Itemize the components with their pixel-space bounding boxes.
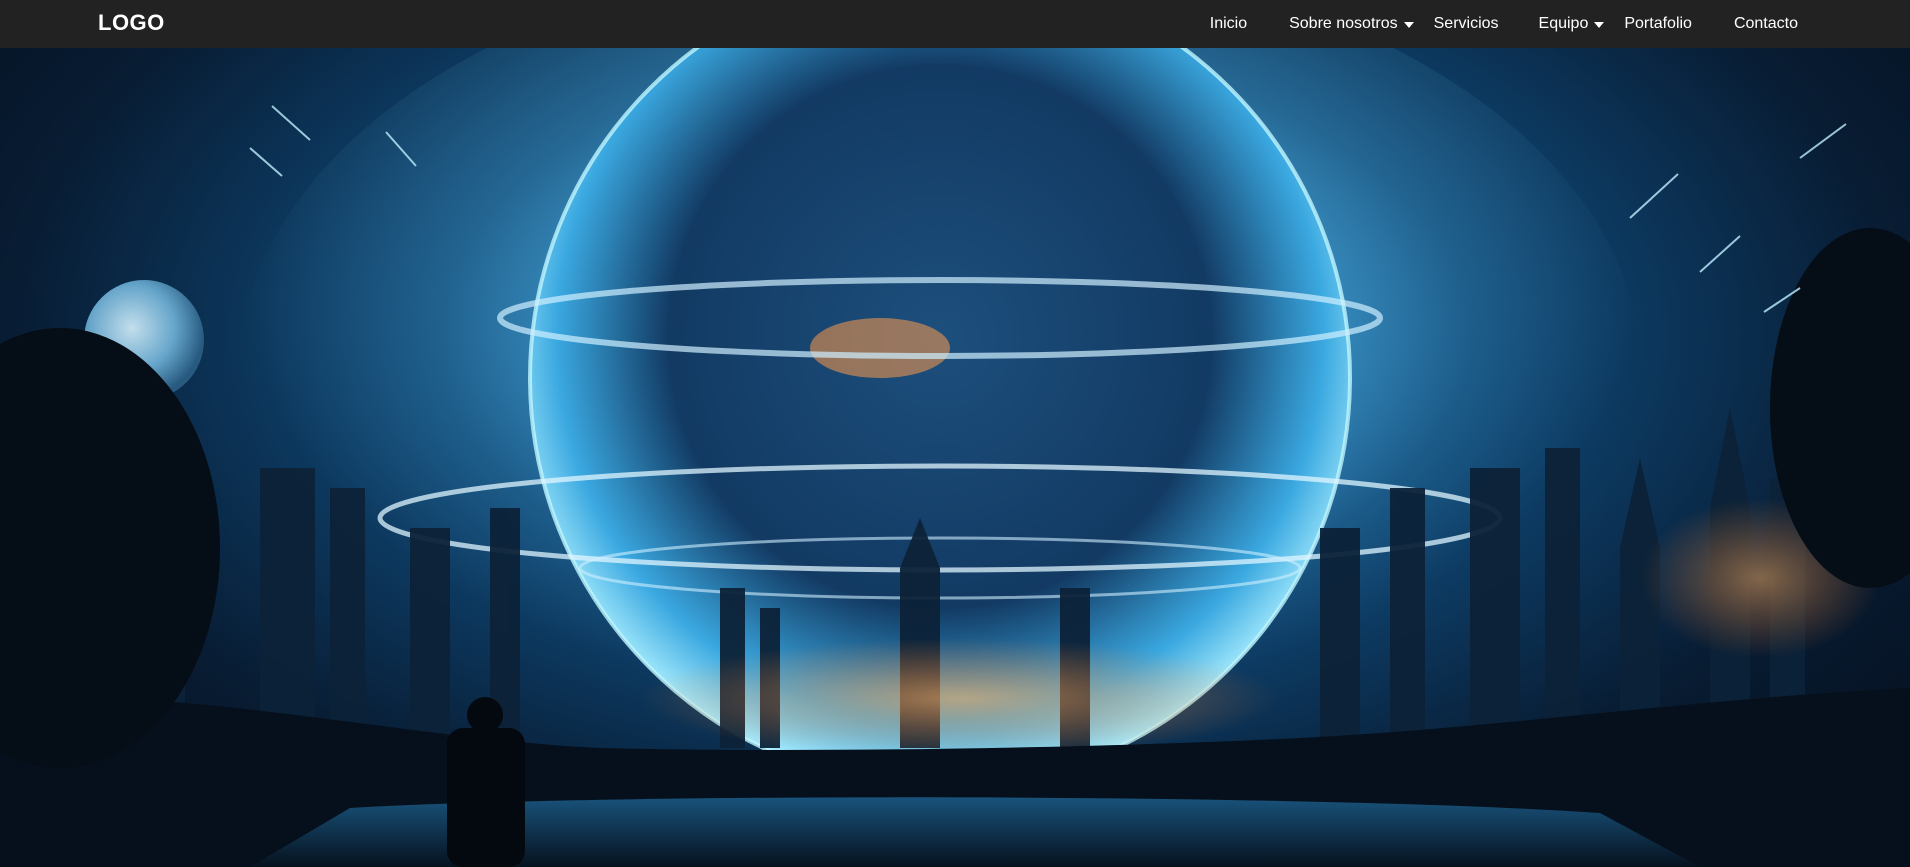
nav-item-label: Inicio — [1209, 15, 1248, 32]
nav-menu: Inicio Sobre nosotros Servicios Equipo P… — [1210, 0, 1798, 48]
logo[interactable]: LOGO — [98, 10, 165, 36]
chevron-down-icon — [1403, 22, 1414, 28]
nav-item-portafolio[interactable]: Portafolio — [1624, 15, 1692, 33]
nav-item-sobre-nosotros[interactable]: Sobre nosotros — [1289, 15, 1414, 33]
nav-item-servicios[interactable]: Servicios — [1434, 15, 1499, 33]
nav-item-label: Portafolio — [1624, 15, 1692, 32]
nav-item-label: Contacto — [1733, 15, 1798, 32]
nav-item-inicio[interactable]: Inicio — [1210, 15, 1247, 33]
nav-item-label: Sobre nosotros — [1289, 15, 1398, 32]
nav-item-equipo[interactable]: Equipo — [1539, 15, 1605, 33]
navbar: LOGO Inicio Sobre nosotros Servicios Equ… — [0, 0, 1910, 48]
hero-background — [0, 48, 1910, 867]
nav-item-label: Equipo — [1538, 15, 1589, 32]
hero-illustration — [0, 48, 1910, 867]
nav-item-label: Servicios — [1433, 15, 1499, 32]
chevron-down-icon — [1594, 22, 1605, 28]
nav-item-contacto[interactable]: Contacto — [1734, 15, 1798, 33]
